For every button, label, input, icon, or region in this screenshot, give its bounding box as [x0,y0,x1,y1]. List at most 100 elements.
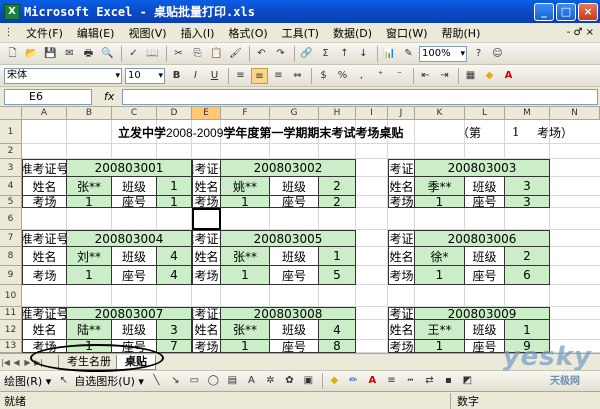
row-header-4[interactable]: 4 [0,177,22,196]
bold-icon[interactable]: B [168,68,185,84]
fill-color-icon[interactable]: ◆ [326,373,343,389]
decrease-decimal-icon[interactable]: ⁻ [391,68,408,84]
seat-label[interactable]: 座号 [111,195,157,208]
align-center-icon[interactable]: ≡ [251,67,268,84]
class-value[interactable]: 3 [156,319,192,340]
class-label[interactable]: 班级 [464,176,505,196]
ticket-number[interactable]: 200803003 [414,159,550,177]
spelling-icon[interactable]: ✓ [125,46,142,62]
wordart-icon[interactable]: A [243,373,260,389]
clipart-icon[interactable]: ✿ [281,373,298,389]
name-box[interactable]: E6 [4,88,92,105]
row-header-2[interactable]: 2 [0,144,22,159]
student-name[interactable]: 姚** [220,176,270,196]
seat-label[interactable]: 座号 [269,195,319,208]
line-style-icon[interactable]: ≡ [383,373,400,389]
room-value[interactable]: 1 [66,339,112,353]
name-label[interactable]: 姓名 [22,319,67,340]
class-value[interactable]: 1 [504,319,550,340]
seat-label[interactable]: 座号 [111,265,157,285]
seat-label[interactable]: 座号 [269,265,319,285]
select-all-corner[interactable] [0,107,22,120]
seat-label[interactable]: 座号 [464,265,505,285]
room-label[interactable]: 考场 [22,265,67,285]
row-header-12[interactable]: 12 [0,320,22,340]
name-label[interactable]: 姓名 [388,246,415,266]
class-value[interactable]: 4 [318,319,356,340]
menu-edit[interactable]: 编辑(E) [70,25,122,41]
room-value[interactable]: 1 [414,195,465,208]
ticket-label[interactable]: 准考证号 [388,230,415,247]
column-header-m[interactable]: M [505,107,550,120]
room-label[interactable]: 考场 [388,195,415,208]
research-icon[interactable]: 📖 [144,46,161,62]
seat-label[interactable]: 座号 [464,195,505,208]
column-header-g[interactable]: G [270,107,319,120]
ticket-label[interactable]: 准考证号 [22,159,67,177]
rectangle-icon[interactable]: ▭ [186,373,203,389]
seat-value[interactable]: 6 [504,265,550,285]
sheet-tab-desk-label[interactable]: 桌贴 [116,354,156,370]
row-header-7[interactable]: 7 [0,230,22,247]
print-icon[interactable]: 🖶 [80,46,97,62]
chart-wizard-icon[interactable]: 📊 [381,46,398,62]
diagram-icon[interactable]: ✲ [262,373,279,389]
font-color-icon[interactable]: A [500,68,517,84]
name-label[interactable]: 姓名 [22,176,67,196]
arrow-style-icon[interactable]: ⇄ [421,373,438,389]
seat-label[interactable]: 座号 [464,339,505,353]
format-painter-icon[interactable]: 🖌 [227,46,244,62]
row-header-11[interactable]: 11 [0,307,22,320]
seat-value[interactable]: 3 [504,195,550,208]
oval-icon[interactable]: ◯ [205,373,222,389]
align-right-icon[interactable]: ≡ [270,68,287,84]
shadow-icon[interactable]: ▪ [440,373,457,389]
formula-input[interactable] [122,88,598,105]
column-header-f[interactable]: F [221,107,270,120]
student-name[interactable]: 张** [66,176,112,196]
student-name[interactable]: 刘** [66,246,112,266]
ticket-label[interactable]: 准考证号 [192,230,221,247]
hyperlink-icon[interactable]: 🔗 [298,46,315,62]
decrease-indent-icon[interactable]: ⇤ [417,68,434,84]
textbox-icon[interactable]: ▤ [224,373,241,389]
print-preview-icon[interactable]: 🔍 [99,46,116,62]
redo-icon[interactable]: ↷ [272,46,289,62]
row-header-13[interactable]: 13 [0,340,22,353]
class-value[interactable]: 1 [156,176,192,196]
class-label[interactable]: 班级 [269,176,319,196]
room-label[interactable]: 考场 [192,339,221,353]
seat-label[interactable]: 座号 [111,339,157,353]
student-name[interactable]: 季** [414,176,465,196]
currency-icon[interactable]: $ [315,68,332,84]
student-name[interactable]: 张** [220,246,270,266]
italic-icon[interactable]: I [187,68,204,84]
excel-app-icon[interactable]: X [4,3,20,20]
smiley-icon[interactable]: ☺ [489,46,506,62]
column-header-i[interactable]: I [356,107,388,120]
seat-value[interactable]: 4 [156,265,192,285]
menu-tools[interactable]: 工具(T) [275,25,326,41]
room-label[interactable]: 考场 [22,339,67,353]
drawing-icon[interactable]: ✎ [400,46,417,62]
ticket-number[interactable]: 200803005 [220,230,356,247]
class-label[interactable]: 班级 [464,246,505,266]
seat-value[interactable]: 8 [318,339,356,353]
3d-icon[interactable]: ◩ [459,373,476,389]
seat-value[interactable]: 2 [318,195,356,208]
undo-icon[interactable]: ↶ [253,46,270,62]
permission-icon[interactable]: ✉ [61,46,78,62]
ticket-number[interactable]: 200803001 [66,159,192,177]
student-name[interactable]: 王** [414,319,465,340]
ticket-number[interactable]: 200803004 [66,230,192,247]
column-header-e[interactable]: E [192,107,221,120]
borders-icon[interactable]: ▦ [462,68,479,84]
open-icon[interactable]: 📂 [23,46,40,62]
row-header-8[interactable]: 8 [0,247,22,266]
line-color-icon[interactable]: ✏ [345,373,362,389]
name-label[interactable]: 姓名 [192,319,221,340]
room-value[interactable]: 1 [220,195,270,208]
class-value[interactable]: 4 [156,246,192,266]
class-label[interactable]: 班级 [269,319,319,340]
ticket-label[interactable]: 准考证号 [22,230,67,247]
